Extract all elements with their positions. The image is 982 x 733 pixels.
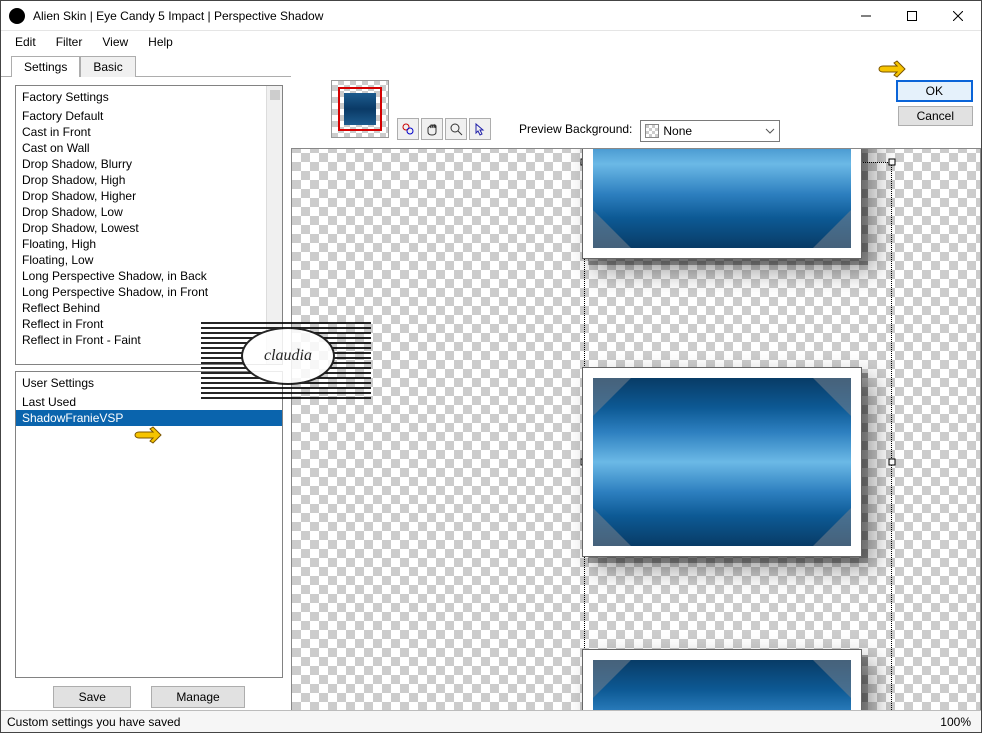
list-item[interactable]: Drop Shadow, Blurry [16, 156, 282, 172]
tab-basic[interactable]: Basic [80, 56, 135, 77]
statusbar: Custom settings you have saved 100% [1, 710, 981, 732]
window-controls [843, 1, 981, 31]
zoom-tool-icon[interactable] [445, 118, 467, 140]
list-item[interactable]: Reflect Behind [16, 300, 282, 316]
navigator-thumbnail[interactable] [331, 80, 389, 138]
menu-view[interactable]: View [94, 33, 136, 51]
zoom-level: 100% [940, 715, 975, 729]
list-item[interactable]: Cast on Wall [16, 140, 282, 156]
list-item[interactable]: Floating, Low [16, 252, 282, 268]
main-area: Factory Settings Factory Default Cast in… [1, 76, 981, 716]
factory-settings-list[interactable]: Factory Settings Factory Default Cast in… [15, 85, 283, 365]
app-icon [9, 8, 25, 24]
titlebar: Alien Skin | Eye Candy 5 Impact | Perspe… [1, 1, 981, 31]
preview-object [582, 367, 862, 557]
preview-background-select[interactable]: None [640, 120, 780, 142]
handle[interactable] [889, 459, 896, 466]
list-item-selected[interactable]: ShadowFranieVSP [16, 410, 282, 426]
user-settings-list[interactable]: User Settings Last Used ShadowFranieVSP [15, 371, 283, 678]
tool-buttons [397, 118, 491, 140]
preview-toolbar: Preview Background: None [291, 76, 981, 148]
preview-object [582, 148, 862, 259]
save-button[interactable]: Save [53, 686, 131, 708]
pointing-hand-icon [877, 59, 907, 81]
handle[interactable] [889, 159, 896, 166]
preview-background-value: None [663, 124, 692, 138]
tabs: Settings Basic [1, 55, 981, 76]
list-item[interactable]: Reflect in Front - Faint [16, 332, 282, 348]
transparency-swatch-icon [645, 124, 659, 138]
list-item[interactable]: Long Perspective Shadow, in Back [16, 268, 282, 284]
minimize-button[interactable] [843, 1, 889, 31]
chevron-down-icon [765, 126, 775, 136]
list-item[interactable]: Drop Shadow, High [16, 172, 282, 188]
maximize-button[interactable] [889, 1, 935, 31]
menubar: Edit Filter View Help [1, 31, 981, 53]
hand-tool-icon[interactable] [421, 118, 443, 140]
list-item[interactable]: Drop Shadow, Low [16, 204, 282, 220]
list-item[interactable]: Cast in Front [16, 124, 282, 140]
move-tool-icon[interactable] [397, 118, 419, 140]
preview-canvas[interactable] [291, 148, 981, 716]
list-item[interactable]: Last Used [16, 394, 282, 410]
status-text: Custom settings you have saved [7, 715, 180, 729]
tab-settings[interactable]: Settings [11, 56, 80, 77]
menu-filter[interactable]: Filter [48, 33, 91, 51]
window-title: Alien Skin | Eye Candy 5 Impact | Perspe… [33, 9, 843, 23]
cancel-button[interactable]: Cancel [898, 106, 973, 126]
list-item[interactable]: Drop Shadow, Higher [16, 188, 282, 204]
list-item[interactable]: Floating, High [16, 236, 282, 252]
factory-header: Factory Settings [16, 86, 282, 108]
user-header: User Settings [16, 372, 282, 394]
list-item[interactable]: Reflect in Front [16, 316, 282, 332]
pointing-hand-icon [133, 425, 163, 447]
manage-button[interactable]: Manage [151, 686, 244, 708]
close-button[interactable] [935, 1, 981, 31]
dialog-buttons: OK Cancel [896, 80, 973, 126]
preview-background-label: Preview Background: [519, 122, 632, 136]
preview-object [582, 649, 862, 716]
menu-edit[interactable]: Edit [7, 33, 44, 51]
pointer-tool-icon[interactable] [469, 118, 491, 140]
list-item[interactable]: Long Perspective Shadow, in Front [16, 284, 282, 300]
scrollbar[interactable] [266, 86, 282, 364]
ok-button[interactable]: OK [896, 80, 973, 102]
right-panel: OK Cancel Preview Background: None [291, 76, 981, 716]
list-item[interactable]: Factory Default [16, 108, 282, 124]
settings-panel: Factory Settings Factory Default Cast in… [1, 76, 291, 716]
list-item[interactable]: Drop Shadow, Lowest [16, 220, 282, 236]
menu-help[interactable]: Help [140, 33, 181, 51]
